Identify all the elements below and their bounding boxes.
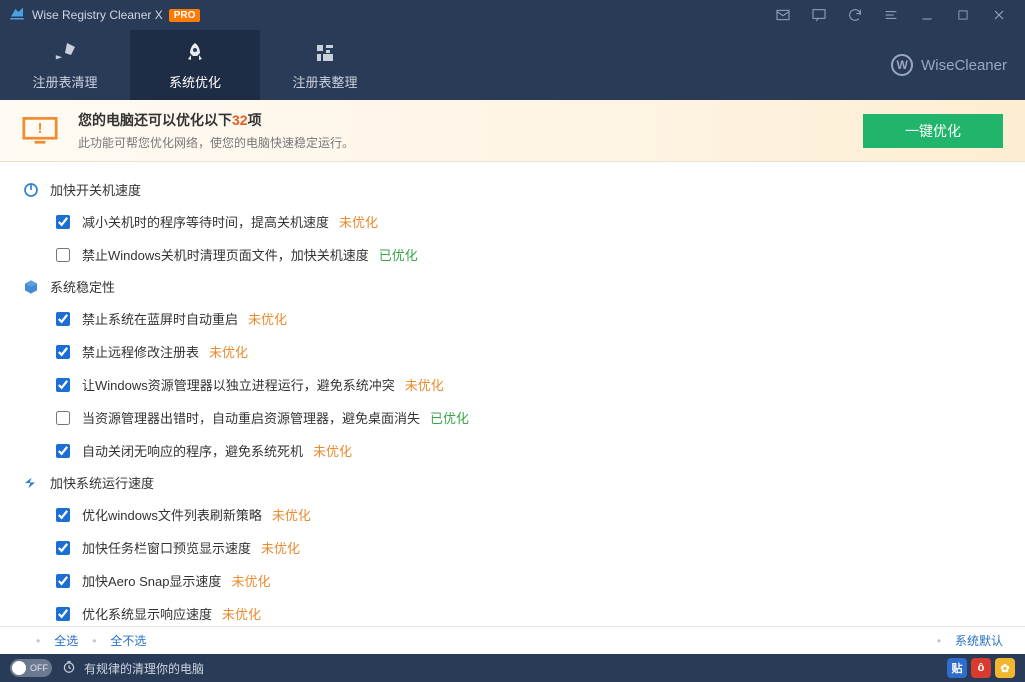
power-icon: [22, 181, 40, 199]
option-checkbox[interactable]: [56, 541, 70, 555]
maximize-icon[interactable]: [945, 0, 981, 30]
social-weibo-icon[interactable]: ô: [971, 658, 991, 678]
option-row: 减小关机时的程序等待时间，提高关机速度未优化: [0, 205, 1025, 238]
group-header[interactable]: 系统稳定性: [0, 271, 1025, 302]
nav-tab-label: 注册表整理: [292, 72, 357, 91]
option-status: 未优化: [231, 571, 270, 590]
option-status: 未优化: [209, 342, 248, 361]
option-row: 禁止系统在蓝屏时自动重启未优化: [0, 302, 1025, 335]
option-row: 优化windows文件列表刷新策略未优化: [0, 498, 1025, 531]
titlebar: Wise Registry Cleaner X PRO: [0, 0, 1025, 30]
option-status: 未优化: [261, 538, 300, 557]
speed-icon: [22, 474, 40, 492]
option-text: 禁止Windows关机时清理页面文件，加快关机速度: [82, 245, 369, 264]
banner: ! 您的电脑还可以优化以下32项 此功能可帮您优化网络，使您的电脑快速稳定运行。…: [0, 100, 1025, 162]
navbar: 注册表清理 系统优化 注册表整理 W WiseCleaner: [0, 30, 1025, 100]
banner-title: 您的电脑还可以优化以下32项: [78, 110, 863, 130]
option-checkbox[interactable]: [56, 508, 70, 522]
content-area: 加快开关机速度减小关机时的程序等待时间，提高关机速度未优化禁止Windows关机…: [0, 162, 1025, 626]
feedback-icon[interactable]: [801, 0, 837, 30]
option-checkbox[interactable]: [56, 411, 70, 425]
group-title: 加快开关机速度: [50, 180, 141, 199]
pro-badge: PRO: [169, 9, 201, 22]
option-checkbox[interactable]: [56, 312, 70, 326]
svg-text:!: !: [38, 120, 43, 136]
clock-icon: [62, 660, 76, 677]
blocks-icon: [313, 40, 337, 66]
option-text: 禁止系统在蓝屏时自动重启: [82, 309, 238, 328]
system-default-link[interactable]: 系统默认: [955, 632, 1003, 649]
option-text: 加快Aero Snap显示速度: [82, 571, 221, 590]
option-status: 未优化: [222, 604, 261, 623]
option-row: 禁止Windows关机时清理页面文件，加快关机速度已优化: [0, 238, 1025, 271]
option-status: 已优化: [379, 245, 418, 264]
nav-tab-2[interactable]: 注册表整理: [260, 30, 390, 100]
brand[interactable]: W WiseCleaner: [891, 30, 1025, 100]
select-all-link[interactable]: 全选: [54, 632, 78, 649]
option-checkbox[interactable]: [56, 444, 70, 458]
option-status: 未优化: [339, 212, 378, 231]
brand-text: WiseCleaner: [921, 57, 1007, 74]
option-text: 让Windows资源管理器以独立进程运行，避免系统冲突: [82, 375, 395, 394]
rocket-icon: [183, 40, 207, 66]
nav-tab-1[interactable]: 系统优化: [130, 30, 260, 100]
option-text: 优化系统显示响应速度: [82, 604, 212, 623]
option-text: 减小关机时的程序等待时间，提高关机速度: [82, 212, 329, 231]
option-status: 未优化: [313, 441, 352, 460]
nav-tab-label: 注册表清理: [32, 72, 97, 91]
option-checkbox[interactable]: [56, 345, 70, 359]
nav-tab-label: 系统优化: [169, 72, 221, 91]
optimize-button[interactable]: 一键优化: [863, 114, 1003, 148]
option-row: 优化系统显示响应速度未优化: [0, 597, 1025, 626]
social-qzone-icon[interactable]: ✿: [995, 658, 1015, 678]
nav-tab-0[interactable]: 注册表清理: [0, 30, 130, 100]
select-none-link[interactable]: 全不选: [110, 632, 146, 649]
option-text: 自动关闭无响应的程序，避免系统死机: [82, 441, 303, 460]
option-checkbox[interactable]: [56, 215, 70, 229]
group-header[interactable]: 加快系统运行速度: [0, 467, 1025, 498]
option-status: 已优化: [430, 408, 469, 427]
refresh-icon[interactable]: [837, 0, 873, 30]
option-text: 禁止远程修改注册表: [82, 342, 199, 361]
option-checkbox[interactable]: [56, 607, 70, 621]
statusbar: OFF 有规律的清理你的电脑 贴 ô ✿: [0, 654, 1025, 682]
group-title: 加快系统运行速度: [50, 473, 154, 492]
menu-icon[interactable]: [873, 0, 909, 30]
brush-icon: [53, 40, 77, 66]
option-status: 未优化: [405, 375, 444, 394]
option-row: 加快Aero Snap显示速度未优化: [0, 564, 1025, 597]
option-row: 禁止远程修改注册表未优化: [0, 335, 1025, 368]
warning-monitor-icon: !: [22, 116, 58, 146]
app-icon: [8, 6, 26, 24]
option-row: 让Windows资源管理器以独立进程运行，避免系统冲突未优化: [0, 368, 1025, 401]
option-checkbox[interactable]: [56, 248, 70, 262]
schedule-toggle[interactable]: OFF: [10, 659, 52, 677]
option-row: 自动关闭无响应的程序，避免系统死机未优化: [0, 434, 1025, 467]
option-text: 加快任务栏窗口预览显示速度: [82, 538, 251, 557]
option-checkbox[interactable]: [56, 378, 70, 392]
minimize-icon[interactable]: [909, 0, 945, 30]
option-status: 未优化: [272, 505, 311, 524]
app-title: Wise Registry Cleaner X: [32, 8, 163, 22]
option-checkbox[interactable]: [56, 574, 70, 588]
option-status: 未优化: [248, 309, 287, 328]
bottom-links: • 全选 • 全不选 • 系统默认: [0, 626, 1025, 654]
option-text: 优化windows文件列表刷新策略: [82, 505, 262, 524]
group-title: 系统稳定性: [50, 277, 115, 296]
option-text: 当资源管理器出错时，自动重启资源管理器，避免桌面消失: [82, 408, 420, 427]
mail-icon[interactable]: [765, 0, 801, 30]
box-icon: [22, 278, 40, 296]
schedule-text: 有规律的清理你的电脑: [84, 660, 204, 677]
option-row: 加快任务栏窗口预览显示速度未优化: [0, 531, 1025, 564]
social-tieba-icon[interactable]: 贴: [947, 658, 967, 678]
group-header[interactable]: 加快开关机速度: [0, 174, 1025, 205]
close-icon[interactable]: [981, 0, 1017, 30]
brand-logo-icon: W: [891, 54, 913, 76]
option-row: 当资源管理器出错时，自动重启资源管理器，避免桌面消失已优化: [0, 401, 1025, 434]
banner-subtitle: 此功能可帮您优化网络，使您的电脑快速稳定运行。: [78, 134, 863, 151]
